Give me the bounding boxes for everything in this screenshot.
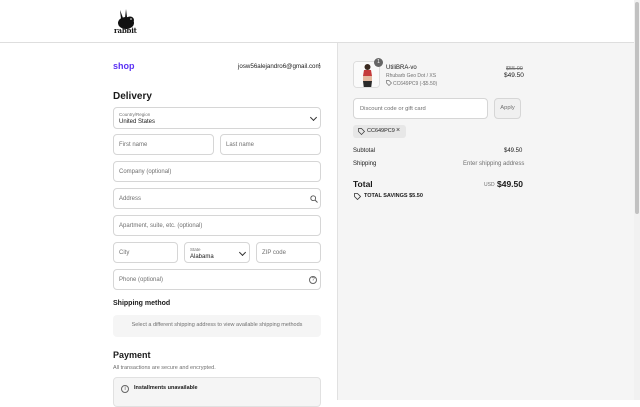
zip-placeholder: ZIP code: [262, 249, 286, 256]
last-name-placeholder: Last name: [226, 141, 255, 148]
apartment-placeholder: Apartment, suite, etc. (optional): [119, 222, 203, 229]
product-variant: Rhubarb Geo Dot / XS: [386, 73, 437, 79]
state-value: Alabama: [190, 254, 214, 260]
shipping-label: Shipping: [353, 161, 377, 167]
installments-title: Installments unavailable: [134, 385, 198, 391]
apartment-field[interactable]: Apartment, suite, etc. (optional): [113, 215, 321, 236]
installments-notice: i Installments unavailable: [113, 377, 321, 407]
quantity-badge: 1: [374, 58, 383, 67]
phone-field[interactable]: Phone (optional) ?: [113, 269, 321, 290]
discount-code-input[interactable]: Discount code or gift card: [353, 98, 488, 119]
company-field[interactable]: Company (optional): [113, 161, 321, 182]
shipping-method-notice: Select a different shipping address to v…: [113, 315, 321, 337]
page-scrollbar[interactable]: [634, 0, 640, 400]
address-placeholder: Address: [119, 195, 142, 202]
country-select[interactable]: Country/Region United States: [113, 107, 321, 129]
discount-code-placeholder: Discount code or gift card: [360, 106, 426, 112]
zip-field[interactable]: ZIP code: [256, 242, 321, 263]
tag-icon: [386, 80, 392, 86]
shop-pay-link[interactable]: shop: [113, 61, 135, 71]
chevron-down-icon: [309, 113, 318, 122]
phone-placeholder: Phone (optional): [119, 276, 164, 283]
info-icon: i: [121, 385, 129, 393]
site-header: rabbit: [0, 0, 634, 43]
country-value: United States: [119, 119, 156, 125]
savings-tag-icon: [354, 193, 361, 200]
chevron-down-icon: [238, 248, 247, 257]
product-price: $49.50: [504, 72, 524, 79]
city-field[interactable]: City: [113, 242, 178, 263]
shipping-method-message: Select a different shipping address to v…: [131, 322, 303, 328]
city-placeholder: City: [119, 249, 130, 256]
currency-code: USD: [484, 182, 495, 188]
shipping-method-heading: Shipping method: [113, 300, 171, 307]
state-label: State: [190, 247, 201, 252]
account-email: josw56alejandro6@gmail.com: [238, 63, 321, 70]
payment-heading: Payment: [113, 350, 151, 360]
first-name-placeholder: First name: [119, 141, 148, 148]
state-select[interactable]: State Alabama: [184, 242, 250, 263]
tag-icon: [358, 128, 365, 135]
total-savings: TOTAL SAVINGS $5.50: [364, 193, 423, 199]
brand-logo-text: rabbit: [114, 26, 137, 35]
last-name-field[interactable]: Last name: [220, 134, 321, 155]
subtotal-value: $49.50: [504, 148, 523, 154]
apply-discount-button[interactable]: Apply: [494, 98, 521, 119]
first-name-field[interactable]: First name: [113, 134, 214, 155]
account-menu-icon[interactable]: ⋮: [316, 62, 323, 70]
help-icon[interactable]: ?: [309, 276, 317, 284]
scrollbar-thumb[interactable]: [635, 2, 639, 214]
product-discount: CC649PC9 (-$5.50): [393, 81, 438, 87]
address-field[interactable]: Address: [113, 188, 321, 209]
subtotal-label: Subtotal: [353, 148, 376, 154]
total-label: Total: [353, 179, 373, 189]
product-name: UtiliBRA-vo: [386, 65, 417, 71]
shipping-value: Enter shipping address: [463, 161, 525, 167]
company-placeholder: Company (optional): [119, 168, 172, 175]
order-summary-panel: [337, 43, 634, 400]
remove-discount-icon[interactable]: ×: [396, 127, 400, 134]
delivery-heading: Delivery: [113, 91, 152, 102]
applied-discount-code: CC649PC9: [367, 128, 395, 134]
applied-discount-chip: CC649PC9 ×: [353, 125, 406, 138]
total-value: $49.50: [497, 179, 523, 189]
payment-subtitle: All transactions are secure and encrypte…: [113, 365, 216, 371]
country-label: Country/Region: [119, 112, 151, 117]
search-icon: [310, 195, 318, 203]
